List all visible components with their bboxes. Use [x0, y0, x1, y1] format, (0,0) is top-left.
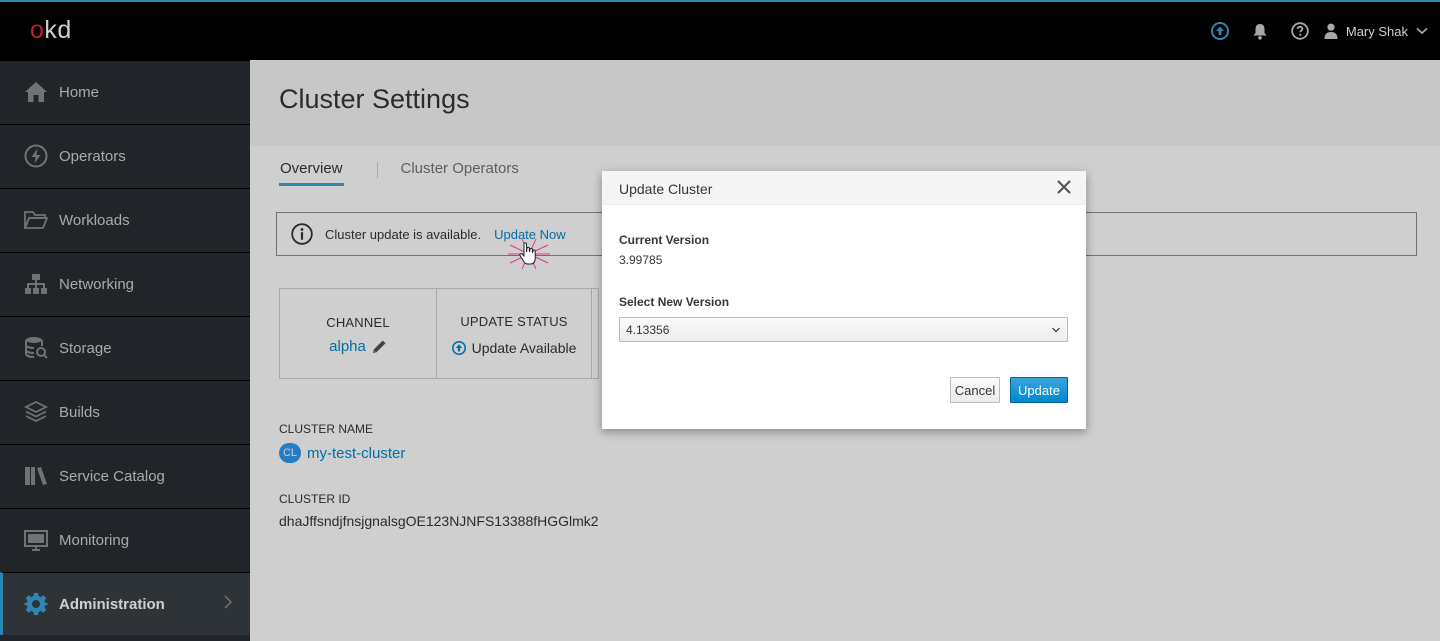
new-version-label: Select New Version	[619, 295, 730, 309]
click-cursor-icon	[508, 238, 550, 270]
chevron-down-icon	[1052, 327, 1060, 333]
modal-title: Update Cluster	[619, 181, 713, 197]
current-version-label: Current Version	[619, 233, 710, 247]
new-version-select[interactable]: 4.13356	[619, 317, 1068, 342]
update-button[interactable]: Update	[1010, 377, 1068, 403]
new-version-selected: 4.13356	[626, 322, 670, 337]
close-icon[interactable]	[1056, 179, 1072, 195]
modal-header: Update Cluster	[602, 171, 1086, 205]
current-version-value: 3.99785	[619, 253, 663, 267]
update-cluster-modal: Update Cluster Current Version 3.99785 S…	[602, 171, 1086, 429]
cancel-button[interactable]: Cancel	[950, 377, 1000, 403]
